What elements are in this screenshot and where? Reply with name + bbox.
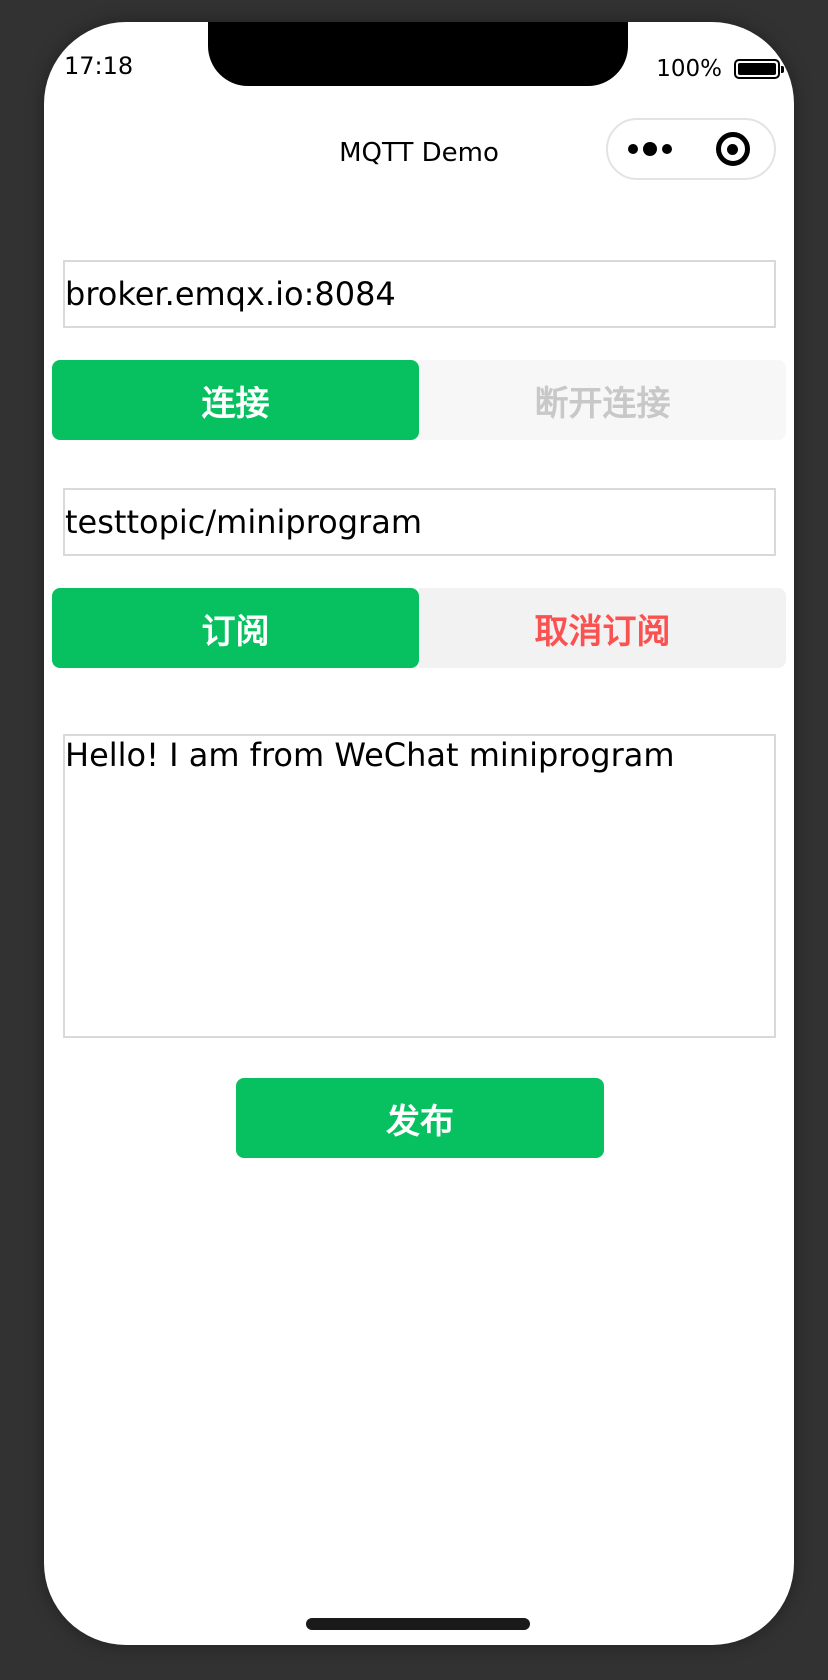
broker-input[interactable]: broker.emqx.io:8084 [63, 260, 776, 328]
notch [208, 22, 628, 86]
more-dots-icon[interactable] [608, 120, 691, 178]
battery-icon [734, 59, 784, 79]
battery-fill [738, 63, 776, 75]
battery-status: 100% [656, 56, 784, 82]
topic-input[interactable]: testtopic/miniprogram [63, 488, 776, 556]
unsubscribe-button[interactable]: 取消订阅 [419, 588, 786, 668]
home-indicator[interactable] [306, 1618, 530, 1630]
mini-program-capsule [606, 118, 776, 180]
message-textarea[interactable]: Hello! I am from WeChat miniprogram [63, 734, 776, 1038]
target-circle-icon[interactable] [691, 120, 774, 178]
publish-button[interactable]: 发布 [236, 1078, 604, 1158]
status-time: 17:18 [64, 52, 134, 80]
subscribe-button[interactable]: 订阅 [52, 588, 419, 668]
connect-button[interactable]: 连接 [52, 360, 419, 440]
phone-screen: 17:18 100% MQTT Demo broker.emqx.io:8084… [44, 22, 794, 1645]
battery-percent: 100% [656, 56, 722, 82]
disconnect-button[interactable]: 断开连接 [419, 360, 786, 440]
